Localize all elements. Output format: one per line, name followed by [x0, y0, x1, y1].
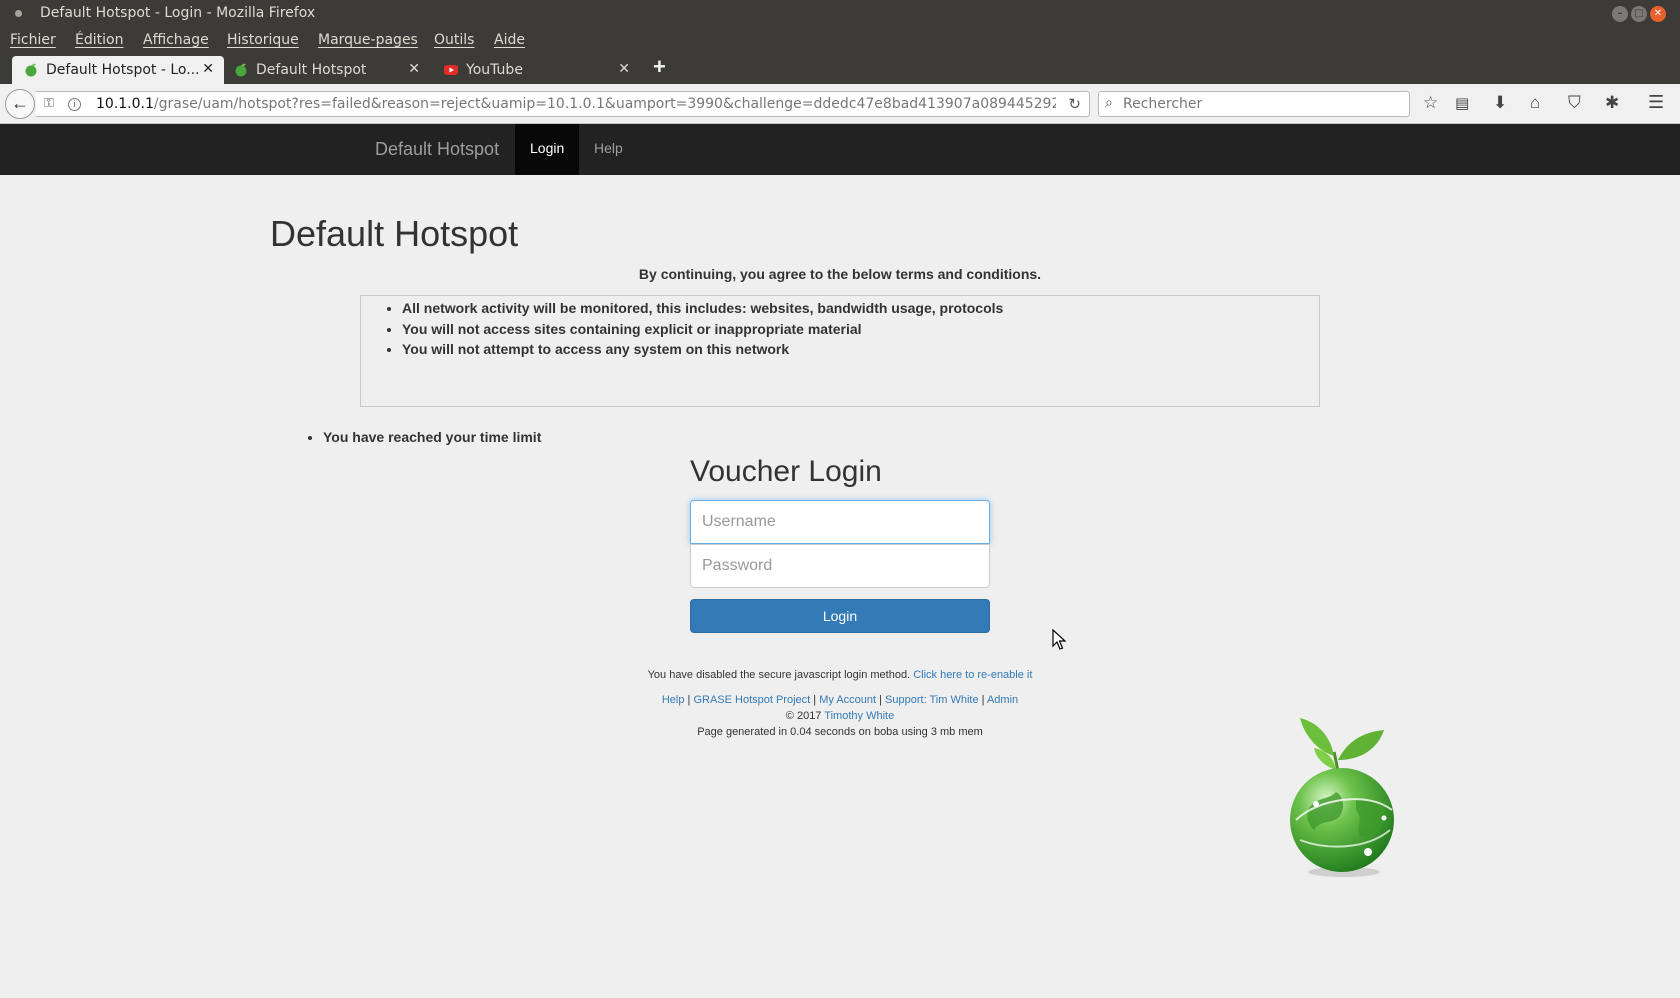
tab-label: YouTube — [466, 62, 523, 78]
terms-item: You will not access sites containing exp… — [402, 319, 1003, 340]
reload-icon[interactable]: ↻ — [1068, 95, 1081, 113]
mouse-cursor-icon — [1052, 629, 1066, 650]
site-brand[interactable]: Default Hotspot — [375, 139, 499, 160]
bookmark-star-icon[interactable]: ☆ — [1423, 93, 1438, 113]
search-icon: ⌕ — [1105, 95, 1113, 111]
nav-login-link[interactable]: Login — [515, 124, 579, 175]
back-arrow-icon[interactable]: ← — [5, 89, 35, 119]
reenable-js-link[interactable]: Click here to re-enable it — [913, 669, 1032, 681]
footer-support-link[interactable]: Support: Tim White — [885, 694, 979, 706]
close-tab-icon[interactable]: ✕ — [618, 61, 630, 77]
js-disabled-text: You have disabled the secure javascript … — [647, 669, 911, 681]
footer-links: Help | GRASE Hotspot Project | My Accoun… — [661, 694, 1019, 706]
menu-bar: Fichier Édition Affichage Historique Mar… — [0, 27, 1680, 54]
extension-icon[interactable]: ✱ — [1605, 93, 1619, 113]
key-icon[interactable]: ⚿ — [44, 96, 54, 111]
page-title: Default Hotspot — [270, 213, 519, 254]
url-bar[interactable]: ⚿ i 10.1.0.1/grase/uam/hotspot?res=faile… — [36, 91, 1090, 117]
footer-account-link[interactable]: My Account — [819, 694, 876, 706]
globe-favicon-icon — [235, 63, 247, 77]
error-notice: You have reached your time limit — [323, 427, 541, 447]
navigation-toolbar: ← ⚿ i 10.1.0.1/grase/uam/hotspot?res=fai… — [0, 84, 1680, 124]
url-text[interactable]: 10.1.0.1/grase/uam/hotspot?res=failed&re… — [96, 96, 1056, 112]
maximize-icon[interactable]: □ — [1631, 6, 1647, 22]
menu-marque-pages[interactable]: Marque-pages — [318, 32, 418, 48]
password-input[interactable] — [690, 544, 990, 588]
menu-aide[interactable]: Aide — [494, 32, 525, 48]
username-input[interactable] — [690, 500, 990, 544]
pocket-icon[interactable]: ⛉ — [1568, 93, 1581, 113]
menu-historique[interactable]: Historique — [227, 32, 299, 48]
grase-globe-logo-icon — [1290, 718, 1394, 877]
download-icon[interactable]: ⬇ — [1493, 93, 1507, 113]
menu-affichage[interactable]: Affichage — [143, 32, 209, 48]
tab-youtube[interactable]: YouTube ✕ — [432, 56, 640, 84]
terms-box: All network activity will be monitored, … — [360, 295, 1320, 407]
terms-item: You will not attempt to access any syste… — [402, 339, 1003, 360]
copyright-text: © 2017 — [785, 710, 822, 722]
window-title: Default Hotspot - Login - Mozilla Firefo… — [40, 5, 316, 21]
window-menu-dot-icon[interactable] — [15, 10, 22, 17]
menu-edition[interactable]: Édition — [75, 32, 123, 48]
login-button[interactable]: Login — [690, 599, 990, 633]
close-tab-icon[interactable]: ✕ — [408, 61, 420, 77]
menu-outils[interactable]: Outils — [434, 32, 474, 48]
voucher-login-heading: Voucher Login — [690, 455, 882, 488]
window-controls: – □ ✕ — [1612, 6, 1666, 22]
copyright: © 2017 Timothy White — [0, 710, 1680, 722]
close-tab-icon[interactable]: ✕ — [202, 61, 214, 77]
tab-label: Default Hotspot - Lo... — [46, 62, 198, 78]
terms-item: All network activity will be monitored, … — [402, 298, 1003, 319]
search-bar[interactable]: ⌕ Rechercher — [1098, 91, 1410, 117]
hamburger-menu-icon[interactable]: ☰ — [1648, 92, 1664, 113]
home-icon[interactable]: ⌂ — [1530, 93, 1540, 113]
nav-help-link[interactable]: Help — [579, 124, 638, 175]
site-navbar: Default Hotspot Login Help — [0, 124, 1680, 175]
footer-grase-link[interactable]: GRASE Hotspot Project — [693, 694, 810, 706]
youtube-favicon-icon — [444, 65, 458, 75]
menu-fichier[interactable]: Fichier — [10, 32, 56, 48]
globe-favicon-icon — [25, 63, 37, 77]
tab-strip: Default Hotspot - Lo... ✕ Default Hotspo… — [0, 54, 1680, 84]
author-link[interactable]: Timothy White — [824, 710, 894, 722]
window-titlebar: Default Hotspot - Login - Mozilla Firefo… — [0, 0, 1680, 27]
footer-admin-link[interactable]: Admin — [987, 694, 1018, 706]
terms-intro: By continuing, you agree to the below te… — [638, 266, 1042, 282]
tab-label: Default Hotspot — [256, 62, 367, 78]
search-placeholder: Rechercher — [1123, 96, 1203, 112]
tab-default-hotspot[interactable]: Default Hotspot ✕ — [222, 56, 430, 84]
new-tab-plus-icon[interactable]: + — [653, 56, 666, 78]
info-icon[interactable]: i — [68, 98, 81, 111]
js-disabled-notice: You have disabled the secure javascript … — [0, 669, 1680, 681]
reading-list-icon[interactable]: ▤ — [1455, 94, 1469, 112]
close-window-icon[interactable]: ✕ — [1650, 6, 1666, 22]
footer-help-link[interactable]: Help — [662, 694, 685, 706]
tab-default-hotspot-login[interactable]: Default Hotspot - Lo... ✕ — [12, 56, 224, 84]
page-generated: Page generated in 0.04 seconds on boba u… — [697, 726, 983, 738]
notice-item: You have reached your time limit — [323, 427, 541, 447]
minimize-icon[interactable]: – — [1612, 6, 1628, 22]
